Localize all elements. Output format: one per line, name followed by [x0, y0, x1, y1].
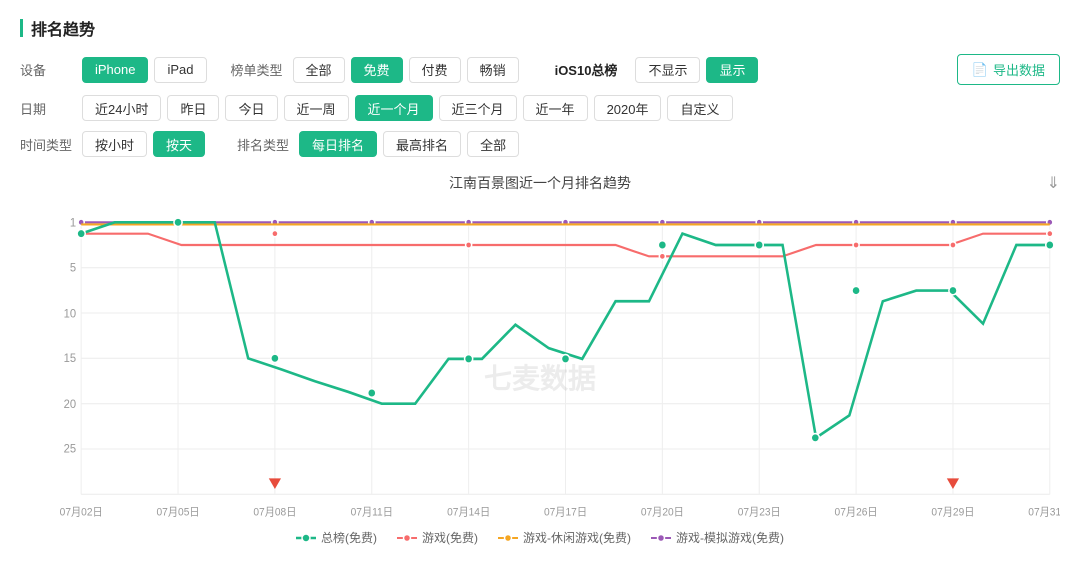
svg-text:25: 25 [64, 444, 76, 456]
svg-text:07月11日: 07月11日 [351, 506, 393, 518]
ios10-show[interactable]: 显示 [706, 57, 758, 83]
rank-type-label: 排名类型 [237, 135, 293, 154]
chart-type-paid[interactable]: 付费 [409, 57, 461, 83]
time-by-hour[interactable]: 按小时 [82, 131, 147, 157]
date-24h[interactable]: 近24小时 [82, 95, 161, 121]
date-yesterday[interactable]: 昨日 [167, 95, 219, 121]
svg-text:07月29日: 07月29日 [931, 506, 974, 518]
event-marker-1 [269, 478, 281, 489]
export-icon: 📄 [972, 62, 988, 78]
date-today[interactable]: 今日 [225, 95, 277, 121]
event-marker-2 [947, 478, 959, 489]
svg-text:5: 5 [70, 262, 76, 274]
chart-type-label: 榜单类型 [231, 60, 287, 79]
date-custom[interactable]: 自定义 [667, 95, 732, 121]
date-year[interactable]: 近一年 [523, 95, 588, 121]
time-by-day[interactable]: 按天 [153, 131, 205, 157]
svg-text:1: 1 [70, 217, 76, 229]
chart-type-free[interactable]: 免费 [351, 57, 403, 83]
date-week[interactable]: 近一周 [284, 95, 349, 121]
export-button[interactable]: 📄 导出数据 [957, 54, 1060, 85]
legend-total: 总榜(免费) [296, 529, 377, 546]
device-ipad[interactable]: iPad [154, 57, 206, 83]
svg-text:07月02日: 07月02日 [60, 506, 103, 518]
device-filter-row: 设备 iPhone iPad 榜单类型 全部 免费 付费 畅销 iOS10总榜 … [20, 54, 1060, 85]
device-iphone[interactable]: iPhone [82, 57, 148, 83]
chart-type-top[interactable]: 畅销 [467, 57, 519, 83]
svg-text:07月20日: 07月20日 [641, 506, 684, 518]
page-title: 排名趋势 [20, 16, 1060, 40]
legend-simulate: 游戏-模拟游戏(免费) [651, 529, 784, 546]
chart-legend: 总榜(免费) 游戏(免费) 游戏-休闲游戏(免费) 游戏-模拟游戏(免费) [20, 529, 1060, 546]
chart-title: 江南百景图近一个月排名趋势 [20, 173, 1060, 193]
download-icon[interactable]: ⇓ [1047, 173, 1060, 193]
svg-text:07月31日: 07月31日 [1028, 506, 1060, 518]
legend-casual: 游戏-休闲游戏(免费) [498, 529, 631, 546]
device-label: 设备 [20, 60, 76, 79]
svg-text:07月05日: 07月05日 [157, 506, 200, 518]
svg-text:07月26日: 07月26日 [835, 506, 878, 518]
rank-daily[interactable]: 每日排名 [299, 131, 377, 157]
svg-text:07月14日: 07月14日 [447, 506, 490, 518]
time-type-label: 时间类型 [20, 135, 76, 154]
date-filter-row: 日期 近24小时 昨日 今日 近一周 近一个月 近三个月 近一年 2020年 自… [20, 95, 1060, 121]
ios10-label: iOS10总榜 [543, 57, 630, 83]
svg-text:07月17日: 07月17日 [544, 506, 587, 518]
legend-game: 游戏(免费) [397, 529, 478, 546]
time-type-filter-row: 时间类型 按小时 按天 排名类型 每日排名 最高排名 全部 [20, 131, 1060, 157]
svg-text:07月08日: 07月08日 [253, 506, 296, 518]
date-month[interactable]: 近一个月 [355, 95, 433, 121]
chart-type-all[interactable]: 全部 [293, 57, 345, 83]
date-2020[interactable]: 2020年 [594, 95, 662, 121]
chart-wrapper: 七麦数据 1 5 10 15 20 [20, 201, 1060, 521]
svg-text:15: 15 [64, 353, 76, 365]
svg-text:20: 20 [64, 399, 76, 411]
rank-highest[interactable]: 最高排名 [383, 131, 461, 157]
date-label: 日期 [20, 99, 76, 118]
chart-svg: 1 5 10 15 20 25 排名 07月02日 07月05日 07月08日 … [20, 201, 1060, 521]
svg-text:10: 10 [64, 308, 76, 320]
ios10-hide[interactable]: 不显示 [635, 57, 700, 83]
svg-text:07月23日: 07月23日 [738, 506, 781, 518]
rank-all[interactable]: 全部 [467, 131, 519, 157]
date-3month[interactable]: 近三个月 [439, 95, 517, 121]
chart-section: 江南百景图近一个月排名趋势 ⇓ 七麦数据 1 5 10 [20, 173, 1060, 546]
